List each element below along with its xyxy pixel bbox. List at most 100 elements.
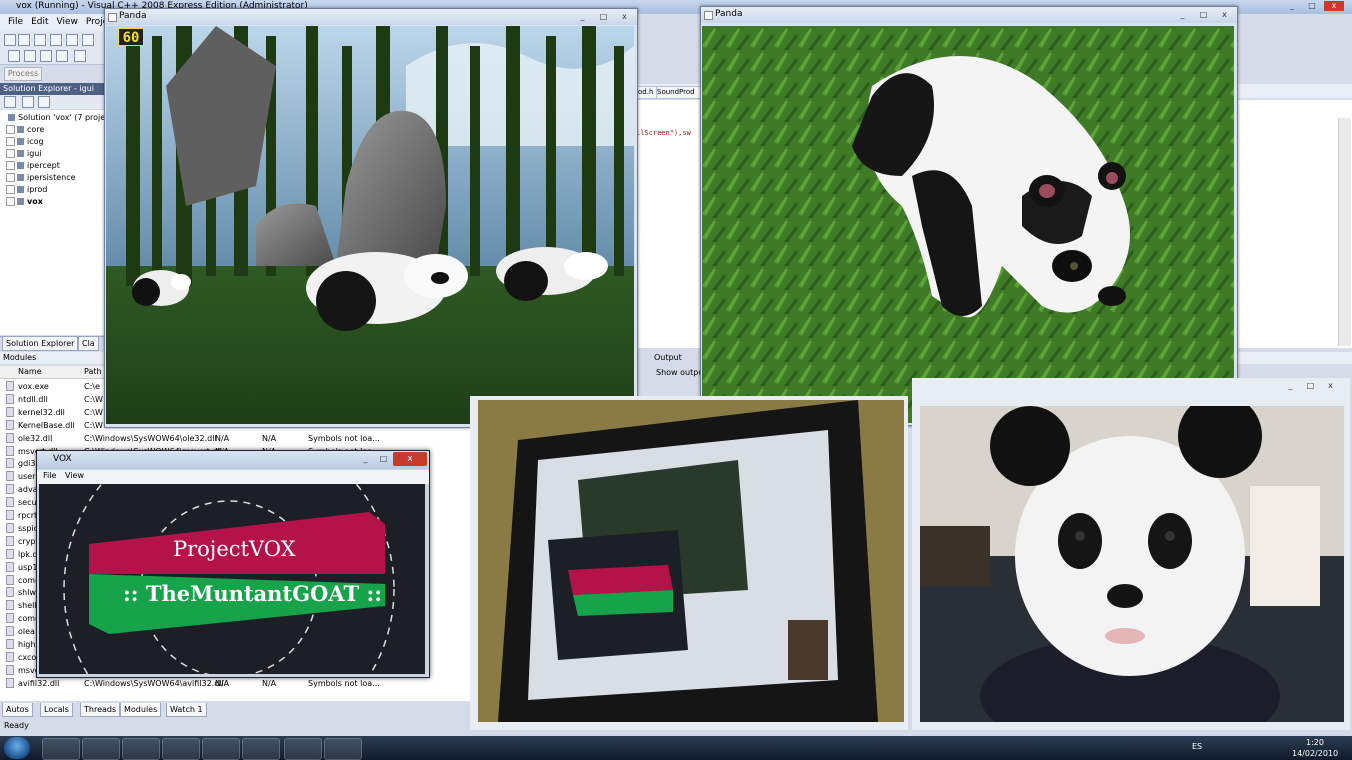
clock-time: 1:20 bbox=[1306, 738, 1324, 747]
expand-icon[interactable] bbox=[6, 173, 15, 182]
restart-icon[interactable] bbox=[56, 50, 68, 62]
panda-window-closeup[interactable]: Panda _ □ x bbox=[700, 6, 1238, 426]
expand-icon[interactable] bbox=[6, 149, 15, 158]
expand-icon[interactable] bbox=[6, 185, 15, 194]
continue-icon[interactable] bbox=[8, 50, 20, 62]
panda-app-icon[interactable] bbox=[324, 738, 362, 760]
tree-project-core[interactable]: core bbox=[6, 125, 44, 134]
new-project-icon[interactable] bbox=[4, 34, 16, 46]
tab-autos[interactable]: Autos bbox=[2, 703, 33, 717]
close-button[interactable]: x bbox=[1216, 9, 1233, 20]
stop-icon[interactable] bbox=[40, 50, 52, 62]
tree-project-vox[interactable]: vox bbox=[6, 197, 43, 206]
editor-scrollbar[interactable] bbox=[1338, 118, 1351, 346]
vox-window[interactable]: VOX _ □ x File View ProjectVOX :: TheMun… bbox=[36, 450, 430, 678]
maximize-button[interactable]: □ bbox=[375, 453, 392, 464]
vox-title: VOX bbox=[53, 454, 72, 464]
module-name: shell bbox=[18, 601, 37, 611]
add-item-icon[interactable] bbox=[18, 34, 30, 46]
close-button[interactable]: x bbox=[1322, 380, 1339, 391]
save-icon[interactable] bbox=[50, 34, 62, 46]
minimize-button[interactable]: _ bbox=[357, 453, 374, 464]
language-indicator[interactable]: ES bbox=[1192, 742, 1202, 751]
menu-file[interactable]: File bbox=[8, 17, 23, 27]
panda-window-titlebar[interactable]: Panda _ □ x bbox=[105, 9, 637, 25]
menu-view[interactable]: View bbox=[57, 17, 78, 27]
close-button[interactable]: x bbox=[616, 11, 633, 22]
module-sym: Symbols not loa... bbox=[308, 433, 380, 443]
media-player-icon[interactable] bbox=[82, 738, 120, 760]
output-window-title: Output bbox=[654, 353, 682, 362]
module-name: secu bbox=[18, 498, 37, 508]
editor-tab-soundprod[interactable]: SoundProd bbox=[656, 86, 702, 99]
vox-menu-file[interactable]: File bbox=[43, 471, 56, 480]
break-icon[interactable] bbox=[24, 50, 36, 62]
dll-icon bbox=[6, 587, 14, 598]
cut-icon[interactable] bbox=[82, 34, 94, 46]
expand-icon[interactable] bbox=[6, 161, 15, 170]
tree-project-ipersistence[interactable]: ipersistence bbox=[6, 173, 76, 182]
menu-edit[interactable]: Edit bbox=[31, 17, 48, 27]
module-path: C:\W bbox=[84, 407, 103, 417]
step-icon[interactable] bbox=[74, 50, 86, 62]
webcam-app-icon[interactable] bbox=[122, 738, 160, 760]
paint-icon[interactable] bbox=[202, 738, 240, 760]
module-v1: N/A bbox=[215, 678, 230, 688]
tab-modules[interactable]: Modules bbox=[120, 703, 162, 717]
tree-project-ipercept[interactable]: ipercept bbox=[6, 161, 60, 170]
vs-close-button[interactable]: x bbox=[1324, 1, 1344, 11]
module-name: olea bbox=[18, 627, 35, 637]
visual-studio-icon[interactable] bbox=[242, 738, 280, 760]
webcam-window-monitor[interactable] bbox=[470, 396, 908, 730]
maximize-button[interactable]: □ bbox=[1302, 380, 1319, 391]
project-icon bbox=[17, 174, 24, 181]
table-row[interactable]: avifil32.dll C:\Windows\SysWOW64\avifil32… bbox=[0, 677, 470, 690]
table-row[interactable]: ole32.dll C:\Windows\SysWOW64\ole32.dll N/… bbox=[0, 432, 470, 445]
minimize-button[interactable]: _ bbox=[1282, 380, 1299, 391]
vs-window-controls: _ □ x bbox=[1278, 0, 1352, 12]
properties-icon[interactable] bbox=[4, 96, 16, 108]
column-path[interactable]: Path bbox=[84, 366, 102, 378]
vox-close-button[interactable]: x bbox=[393, 452, 427, 466]
module-name: kernel32.dll bbox=[18, 407, 65, 417]
tab-watch-1[interactable]: Watch 1 bbox=[166, 703, 207, 717]
dll-icon bbox=[6, 664, 14, 675]
system-clock[interactable]: 1:20 14/02/2010 bbox=[1292, 737, 1338, 759]
show-all-files-icon[interactable] bbox=[22, 96, 34, 108]
3d-forest-viewport[interactable] bbox=[106, 26, 634, 424]
maximize-button[interactable]: □ bbox=[1195, 9, 1212, 20]
column-name[interactable]: Name bbox=[18, 366, 42, 378]
tab-solution-explorer[interactable]: Solution Explorer bbox=[2, 337, 79, 351]
refresh-icon[interactable] bbox=[38, 96, 50, 108]
expand-icon[interactable] bbox=[6, 125, 15, 134]
3d-closeup-viewport[interactable] bbox=[702, 26, 1234, 423]
webcam-window-panda-mask[interactable]: _ □ x bbox=[912, 378, 1350, 730]
maximize-button[interactable]: □ bbox=[595, 11, 612, 22]
chrome-icon[interactable] bbox=[162, 738, 200, 760]
dll-icon bbox=[6, 432, 14, 443]
minimize-button[interactable]: _ bbox=[574, 11, 591, 22]
vs-maximize-button[interactable]: □ bbox=[1302, 1, 1322, 11]
tab-class-view[interactable]: Cla bbox=[78, 337, 99, 351]
explorer-icon[interactable] bbox=[42, 738, 80, 760]
vox-menu-view[interactable]: View bbox=[65, 471, 84, 480]
tab-threads[interactable]: Threads bbox=[80, 703, 121, 717]
expand-icon[interactable] bbox=[6, 137, 15, 146]
dll-icon bbox=[6, 381, 14, 391]
vs-minimize-button[interactable]: _ bbox=[1282, 1, 1302, 11]
expand-icon[interactable] bbox=[6, 197, 15, 206]
tree-project-igui[interactable]: igui bbox=[6, 149, 42, 158]
start-button-icon[interactable] bbox=[4, 737, 30, 759]
vox-canvas[interactable]: ProjectVOX :: TheMuntantGOAT :: bbox=[39, 484, 425, 674]
open-icon[interactable] bbox=[34, 34, 46, 46]
save-all-icon[interactable] bbox=[66, 34, 78, 46]
panda-window-titlebar[interactable]: Panda _ □ x bbox=[701, 7, 1237, 23]
tree-project-icog[interactable]: icog bbox=[6, 137, 44, 146]
minimize-button[interactable]: _ bbox=[1174, 9, 1191, 20]
vox-titlebar[interactable]: VOX _ □ bbox=[37, 451, 429, 469]
excel-icon[interactable] bbox=[284, 738, 322, 760]
tab-locals[interactable]: Locals bbox=[40, 703, 73, 717]
tree-project-iprod[interactable]: iprod bbox=[6, 185, 47, 194]
window-title: Panda bbox=[119, 11, 147, 21]
panda-window-forest[interactable]: Panda _ □ x bbox=[104, 8, 638, 428]
